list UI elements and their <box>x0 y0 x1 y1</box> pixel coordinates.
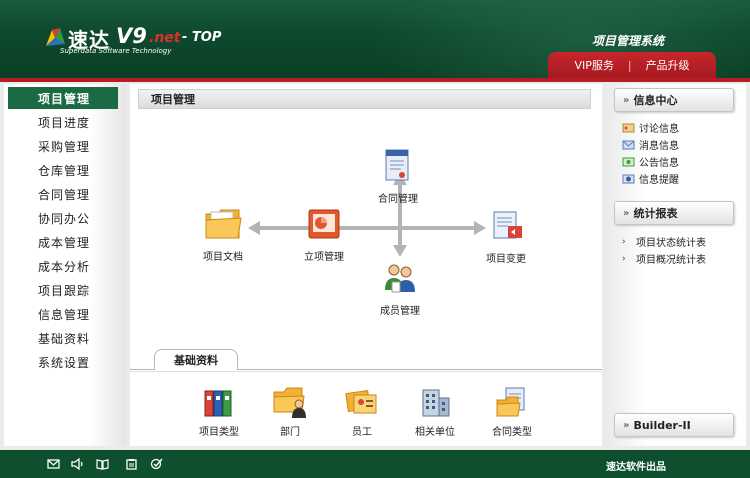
stats-report-title: 统计报表 <box>633 207 678 220</box>
tab-divider-shadow <box>130 371 602 372</box>
flow-member-mgmt[interactable]: 成员管理 <box>374 260 426 317</box>
stats-report-header[interactable]: » 统计报表 <box>614 201 734 225</box>
flow-project-change[interactable]: 项目变更 <box>480 208 532 265</box>
builder-label: Builder-II <box>633 418 691 432</box>
flow-contract-mgmt-label: 合同管理 <box>378 194 418 205</box>
link-project-overview-report[interactable]: › 项目概况统计表 <box>622 251 706 267</box>
page-title: 项目管理 <box>138 89 591 109</box>
flow-project-setup[interactable]: 立项管理 <box>298 206 350 263</box>
presentation-icon <box>308 209 340 239</box>
footer-brand: 速达软件出品 <box>606 462 666 473</box>
logo-subtitle: Superdata Software Technology <box>60 47 172 55</box>
logo-v9-text: V9 <box>116 24 147 48</box>
flow-project-setup-label: 立项管理 <box>304 252 344 263</box>
binders-icon <box>204 390 232 417</box>
link-message-info-label: 消息信息 <box>639 141 679 152</box>
link-notice-info[interactable]: 公告信息 <box>622 154 679 169</box>
base-staff[interactable]: 员工 <box>340 386 384 438</box>
double-chevron-icon: » <box>623 207 630 219</box>
flow-project-change-label: 项目变更 <box>486 254 526 265</box>
check-circle-icon[interactable] <box>150 458 163 470</box>
sidebar-item-info-mgmt[interactable]: 信息管理 <box>8 303 118 325</box>
double-chevron-icon: » <box>623 419 630 431</box>
document-edit-icon <box>493 211 522 239</box>
sidebar-item-system-settings[interactable]: 系统设置 <box>8 351 118 373</box>
sidebar-item-purchase-mgmt[interactable]: 采购管理 <box>8 135 118 157</box>
info-center-header[interactable]: » 信息中心 <box>614 88 734 112</box>
department-folder-icon <box>273 387 306 418</box>
contract-type-icon <box>496 387 525 417</box>
link-project-status-report-label: 项目状态统计表 <box>636 238 706 249</box>
link-project-overview-report-label: 项目概况统计表 <box>636 255 706 266</box>
double-chevron-icon: » <box>623 94 630 106</box>
product-upgrade-link[interactable]: 产品升级 <box>646 57 690 73</box>
link-notice-info-label: 公告信息 <box>639 158 679 169</box>
sidebar-item-base-data[interactable]: 基础资料 <box>8 327 118 349</box>
app-header: 速达 V9 .net - TOP Superdata Software Tech… <box>0 0 750 80</box>
discussion-icon <box>622 123 635 132</box>
sidebar-item-warehouse-mgmt[interactable]: 仓库管理 <box>8 159 118 181</box>
reminder-icon <box>622 174 635 183</box>
clipboard-icon[interactable] <box>125 458 138 470</box>
info-center-title: 信息中心 <box>633 94 678 107</box>
sidebar-item-project-mgmt[interactable]: 项目管理 <box>8 87 118 109</box>
base-project-type[interactable]: 项目类型 <box>194 388 244 438</box>
system-title: 项目管理系统 <box>592 34 665 48</box>
contract-document-icon <box>385 149 409 181</box>
chevron-right-icon: › <box>622 253 626 264</box>
flow-project-docs-label: 项目文档 <box>203 252 243 263</box>
sidebar-item-cost-mgmt[interactable]: 成本管理 <box>8 231 118 253</box>
top-nav: VIP服务 | 产品升级 <box>548 52 716 78</box>
notice-icon <box>622 157 635 166</box>
staff-cards-icon <box>345 389 377 414</box>
folder-icon <box>205 209 242 239</box>
building-icon <box>422 389 450 417</box>
logo-mark-icon <box>46 28 65 46</box>
message-icon <box>622 140 635 149</box>
base-contract-type[interactable]: 合同类型 <box>486 386 538 438</box>
base-related-units-label: 相关单位 <box>415 427 455 438</box>
sidebar-item-project-tracking[interactable]: 项目跟踪 <box>8 279 118 301</box>
vip-service-link[interactable]: VIP服务 <box>574 57 613 73</box>
flow-contract-mgmt[interactable]: 合同管理 <box>372 148 424 205</box>
flow-project-docs[interactable]: 项目文档 <box>198 206 248 263</box>
logo-net-text: .net <box>149 30 181 46</box>
base-related-units[interactable]: 相关单位 <box>408 386 462 438</box>
sidebar-item-cost-analysis[interactable]: 成本分析 <box>8 255 118 277</box>
base-staff-label: 员工 <box>352 427 372 438</box>
base-department[interactable]: 部门 <box>268 386 312 438</box>
sidebar-item-project-progress[interactable]: 项目进度 <box>8 111 118 133</box>
book-icon[interactable] <box>96 458 109 470</box>
mail-icon[interactable] <box>47 458 60 470</box>
sidebar-item-contract-mgmt[interactable]: 合同管理 <box>8 183 118 205</box>
link-reminder-info-label: 信息提醒 <box>639 175 679 186</box>
link-discussion-info[interactable]: 讨论信息 <box>622 120 679 135</box>
tab-base-data[interactable]: 基础资料 <box>154 349 238 370</box>
link-message-info[interactable]: 消息信息 <box>622 137 679 152</box>
chevron-right-icon: › <box>622 236 626 247</box>
builder-button[interactable]: » Builder-II <box>614 413 734 437</box>
base-department-label: 部门 <box>280 427 300 438</box>
link-project-status-report[interactable]: › 项目状态统计表 <box>622 234 706 250</box>
sidebar-item-collab-office[interactable]: 协同办公 <box>8 207 118 229</box>
base-contract-type-label: 合同类型 <box>492 427 532 438</box>
link-reminder-info[interactable]: 信息提醒 <box>622 171 679 186</box>
team-members-icon <box>385 264 415 293</box>
flow-member-mgmt-label: 成员管理 <box>380 306 420 317</box>
link-discussion-info-label: 讨论信息 <box>639 124 679 135</box>
logo-top-text: - TOP <box>182 30 222 45</box>
speaker-icon[interactable] <box>71 458 84 470</box>
base-project-type-label: 项目类型 <box>199 427 239 438</box>
nav-separator: | <box>627 58 632 72</box>
